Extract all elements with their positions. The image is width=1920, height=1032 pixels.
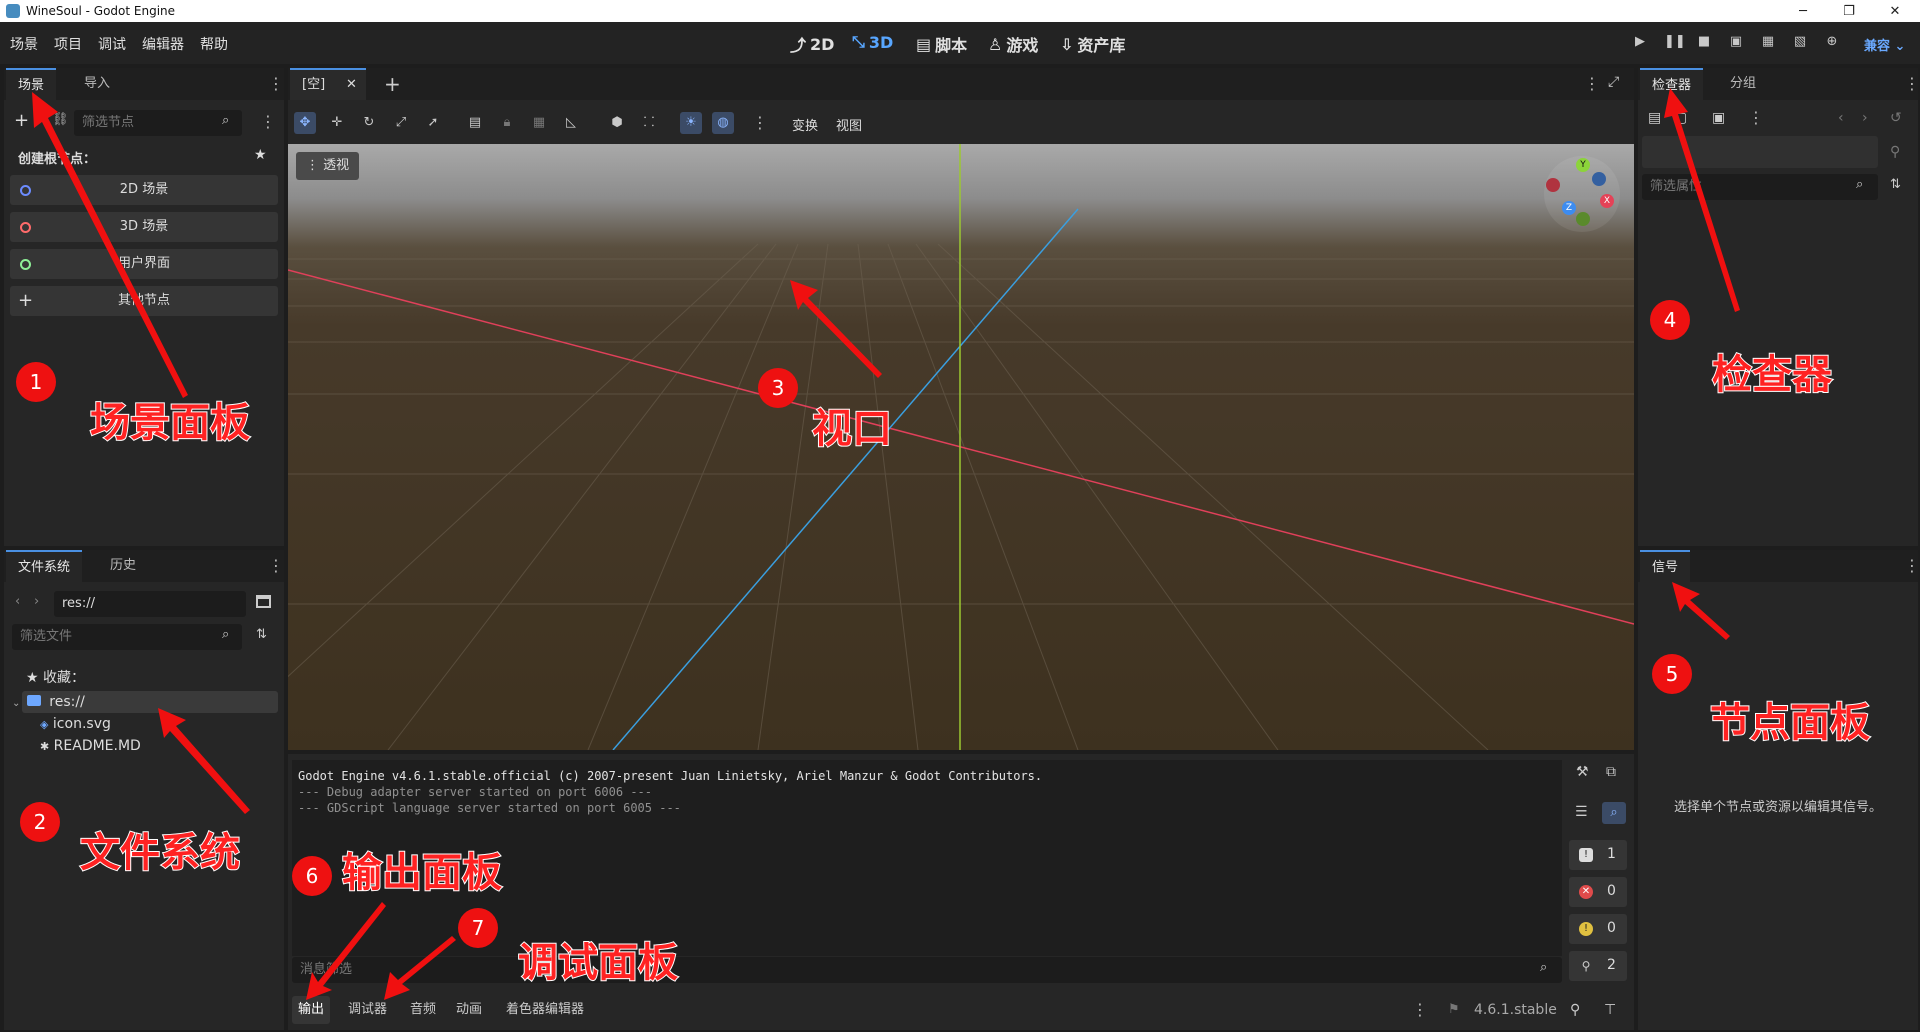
arrow-scene-panel (32, 92, 188, 398)
annotation-badge: 4 (1650, 300, 1690, 340)
annotation-badge: 1 (16, 362, 56, 402)
arrow-viewport (790, 280, 882, 378)
annotation-badge: 6 (292, 856, 332, 896)
arrow-debugger (384, 936, 456, 1000)
annotation-label: 节点面板 (1709, 699, 1871, 747)
annotation-label: 调试面板 (517, 939, 679, 987)
annotation-badge: 2 (20, 802, 60, 842)
annotation-badge: 7 (458, 908, 498, 948)
annotation-label: 文件系统 (79, 829, 241, 877)
annotation-arrows (32, 88, 1740, 1000)
annotation-badge: 3 (758, 368, 798, 408)
annotation-label: 输出面板 (341, 849, 503, 897)
annotation-label: 视口 (811, 405, 893, 453)
annotation-label: 场景面板 (89, 399, 251, 447)
annotation-label: 检查器 (1711, 351, 1833, 399)
arrow-filesystem (158, 708, 250, 814)
arrow-node-dock (1672, 582, 1730, 640)
arrow-output (306, 902, 386, 1000)
annotation-badge: 5 (1652, 654, 1692, 694)
arrow-inspector (1664, 88, 1740, 312)
